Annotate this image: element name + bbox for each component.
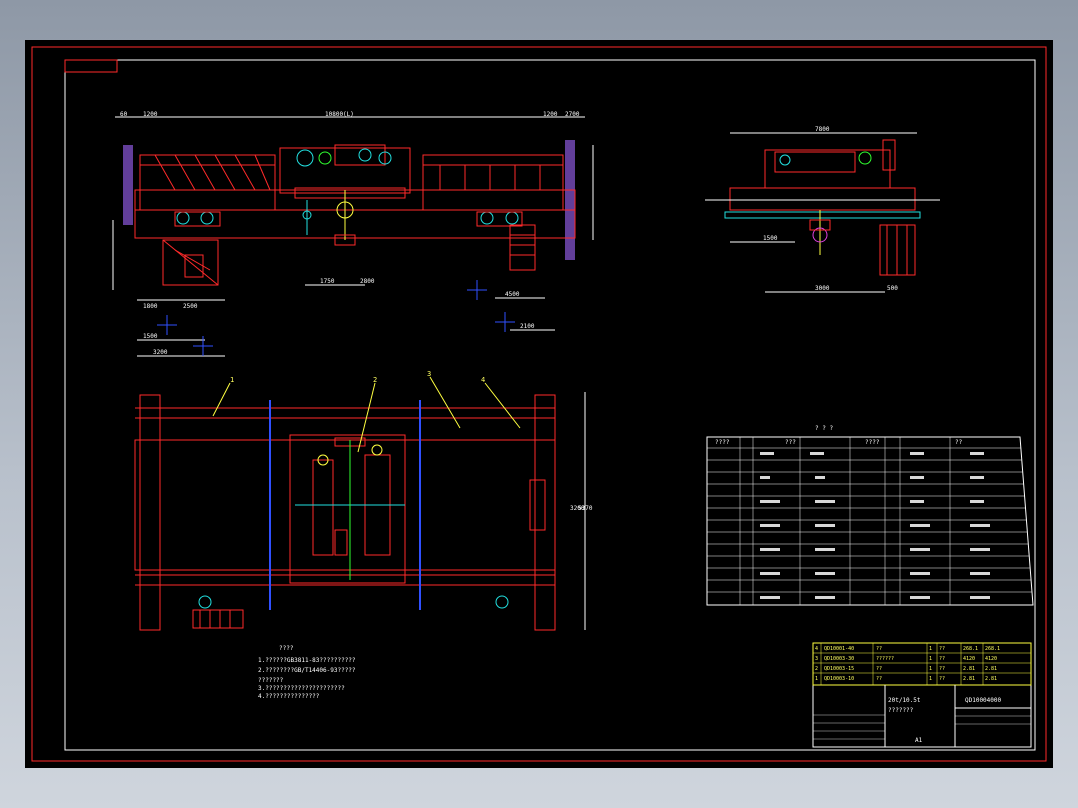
spec-header-0: ???? bbox=[715, 439, 730, 446]
part-label-4: 4 bbox=[481, 376, 485, 384]
spec-header-3: ?? bbox=[955, 439, 963, 446]
bom-cell: QD10003-10 bbox=[824, 676, 854, 682]
bom-cell: QD10001-40 bbox=[824, 646, 854, 652]
dim-side-bottom-2: 1500 bbox=[763, 235, 778, 242]
spec-table: ? ? ? ???? ??? ???? ?? bbox=[706, 425, 1034, 606]
drawing-name-2: ??????? bbox=[888, 707, 914, 714]
drawing-sheet: 60 1200 10800(L) 1200 2700 1800 2500 150… bbox=[25, 40, 1053, 768]
bom-cell: 1 bbox=[815, 676, 818, 682]
spec-header-1: ??? bbox=[785, 439, 796, 446]
bom-cell: 3 bbox=[815, 656, 818, 662]
bom-cell: QD10003-15 bbox=[824, 666, 854, 672]
part-label-2: 2 bbox=[373, 376, 377, 384]
note-line-3: ??????? bbox=[258, 677, 284, 684]
side-view: 7800 3000 500 1500 bbox=[705, 126, 940, 293]
bom-cell: 268.1 bbox=[985, 646, 1000, 652]
bom-cell: 4120 bbox=[985, 656, 997, 662]
bom-cell: QD10003-30 bbox=[824, 656, 854, 662]
dim-side-width: 7800 bbox=[815, 126, 830, 133]
bom-cell: 1 bbox=[929, 646, 932, 652]
dim-right-b: 2700 bbox=[565, 111, 580, 118]
note-line-2: 2.????????GB/T14406-93????? bbox=[258, 667, 356, 674]
spec-header-2: ???? bbox=[865, 439, 880, 446]
bom-cell: 2.81 bbox=[963, 676, 975, 682]
dim-side-bottom-0: 3000 bbox=[815, 285, 830, 292]
bom-cell: 1 bbox=[929, 656, 932, 662]
front-view: 60 1200 10800(L) 1200 2700 1800 2500 150… bbox=[112, 111, 594, 357]
note-line-4: 3.?????????????????????? bbox=[258, 685, 345, 692]
bom-cell: 1 bbox=[929, 666, 932, 672]
bom-cell: ?????? bbox=[876, 656, 894, 662]
dim-span: 10800(L) bbox=[325, 111, 354, 118]
drawing-name-1: 20t/10.5t bbox=[888, 697, 921, 704]
dim-lower-2: 1500 bbox=[143, 333, 158, 340]
sheet-size: A1 bbox=[915, 737, 923, 744]
bom-cell: 2 bbox=[815, 666, 818, 672]
bom-cell: ?? bbox=[939, 656, 945, 662]
spec-table-title: ? ? ? bbox=[815, 425, 833, 432]
dim-right-a: 1200 bbox=[543, 111, 558, 118]
plan-view: 3200 5370 1 2 3 4 bbox=[134, 370, 593, 631]
bom-cell: ?? bbox=[939, 666, 945, 672]
dim-side-bottom-1: 500 bbox=[887, 285, 898, 292]
bom-cell: ?? bbox=[939, 646, 945, 652]
dim-lower-7: 2100 bbox=[520, 323, 535, 330]
dim-plan-1: 5370 bbox=[578, 505, 593, 512]
note-line-1: 1.??????GB3811-83?????????? bbox=[258, 657, 356, 664]
corner-box bbox=[64, 59, 118, 73]
bom-cell: 2.81 bbox=[963, 666, 975, 672]
notes-title: ???? bbox=[279, 645, 294, 652]
bom-cell: ?? bbox=[876, 676, 882, 682]
bom-cell: ?? bbox=[876, 646, 882, 652]
bom-cell: ?? bbox=[876, 666, 882, 672]
cad-drawing: 60 1200 10800(L) 1200 2700 1800 2500 150… bbox=[31, 46, 1047, 762]
part-label-3: 3 bbox=[427, 370, 431, 378]
title-block: 4 QD10001-40?? 1?? 268.1 268.1 3 QD10003-30???… bbox=[812, 642, 1032, 748]
dim-lower-6: 4500 bbox=[505, 291, 520, 298]
bom-cell: 1 bbox=[929, 676, 932, 682]
bom-cell: 4120 bbox=[963, 656, 975, 662]
part-label-1: 1 bbox=[230, 376, 234, 384]
note-line-5: 4.??????????????? bbox=[258, 693, 320, 700]
technical-notes: ???? 1.??????GB3811-83?????????? 2.?????… bbox=[258, 645, 356, 700]
dim-lower-3: 3200 bbox=[153, 349, 168, 356]
bom-cell: 268.1 bbox=[963, 646, 978, 652]
bom-cell: ?? bbox=[939, 676, 945, 682]
drawing-number: QD10004000 bbox=[965, 697, 1002, 704]
dim-lower-1: 2500 bbox=[183, 303, 198, 310]
outer-frame bbox=[31, 46, 1047, 762]
dim-lower-0: 1800 bbox=[143, 303, 158, 310]
bom-cell: 2.81 bbox=[985, 666, 997, 672]
dim-left-b: 1200 bbox=[143, 111, 158, 118]
dim-lower-5: 2800 bbox=[360, 278, 375, 285]
dim-lower-4: 1750 bbox=[320, 278, 335, 285]
bom-cell: 4 bbox=[815, 646, 818, 652]
bom-cell: 2.81 bbox=[985, 676, 997, 682]
dim-left-a: 60 bbox=[120, 111, 128, 118]
